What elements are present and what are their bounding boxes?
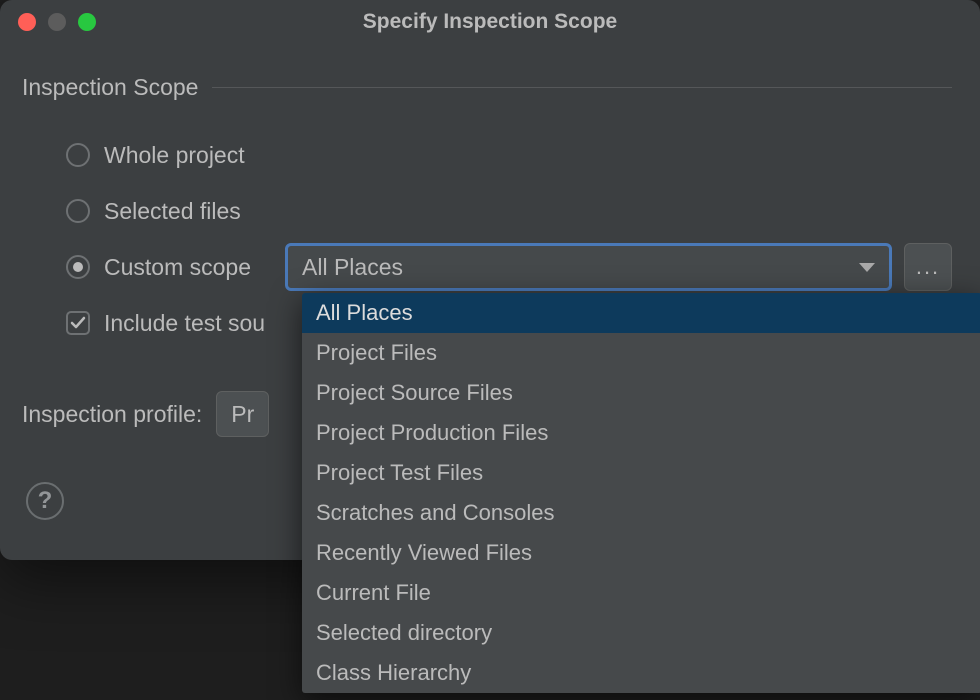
scope-combobox[interactable]: All Places: [285, 243, 892, 291]
radio-whole-project[interactable]: [66, 143, 90, 167]
dropdown-item-project-source-files[interactable]: Project Source Files: [302, 373, 980, 413]
dropdown-item-class-hierarchy[interactable]: Class Hierarchy: [302, 653, 980, 693]
help-button[interactable]: ?: [26, 482, 64, 520]
profile-combobox[interactable]: Pr: [216, 391, 269, 437]
section-header: Inspection Scope: [22, 74, 952, 101]
titlebar: Specify Inspection Scope: [0, 0, 980, 44]
profile-combobox-value: Pr: [231, 401, 254, 428]
checkbox-label-include-tests: Include test sou: [104, 310, 265, 337]
radio-label-selected-files: Selected files: [104, 198, 241, 225]
radio-row-whole-project[interactable]: Whole project: [66, 127, 952, 183]
chevron-down-icon: [859, 263, 875, 272]
close-window-button[interactable]: [18, 13, 36, 31]
minimize-window-button[interactable]: [48, 13, 66, 31]
dialog-title: Specify Inspection Scope: [0, 10, 980, 34]
radio-label-custom-scope: Custom scope: [104, 254, 251, 281]
scope-combobox-value: All Places: [302, 254, 403, 281]
radio-selected-files[interactable]: [66, 199, 90, 223]
dropdown-item-recently-viewed[interactable]: Recently Viewed Files: [302, 533, 980, 573]
radio-row-custom-scope[interactable]: Custom scope All Places ...: [66, 239, 952, 295]
radio-label-whole-project: Whole project: [104, 142, 245, 169]
scope-radio-group: Whole project Selected files Custom scop…: [22, 127, 952, 295]
dropdown-item-all-places[interactable]: All Places: [302, 293, 980, 333]
custom-scope-controls: All Places ...: [285, 243, 952, 291]
profile-label: Inspection profile:: [22, 401, 202, 428]
dropdown-item-selected-directory[interactable]: Selected directory: [302, 613, 980, 653]
dropdown-item-project-production-files[interactable]: Project Production Files: [302, 413, 980, 453]
checkbox-include-tests[interactable]: [66, 311, 90, 335]
scope-dropdown-popup: All Places Project Files Project Source …: [302, 293, 980, 693]
check-icon: [70, 315, 86, 331]
dropdown-item-project-files[interactable]: Project Files: [302, 333, 980, 373]
scope-more-button[interactable]: ...: [904, 243, 952, 291]
section-divider: [212, 87, 952, 88]
radio-row-selected-files[interactable]: Selected files: [66, 183, 952, 239]
dropdown-item-project-test-files[interactable]: Project Test Files: [302, 453, 980, 493]
dropdown-item-scratches-consoles[interactable]: Scratches and Consoles: [302, 493, 980, 533]
section-label: Inspection Scope: [22, 74, 198, 101]
dropdown-item-current-file[interactable]: Current File: [302, 573, 980, 613]
window-controls: [0, 13, 96, 31]
maximize-window-button[interactable]: [78, 13, 96, 31]
radio-custom-scope[interactable]: [66, 255, 90, 279]
